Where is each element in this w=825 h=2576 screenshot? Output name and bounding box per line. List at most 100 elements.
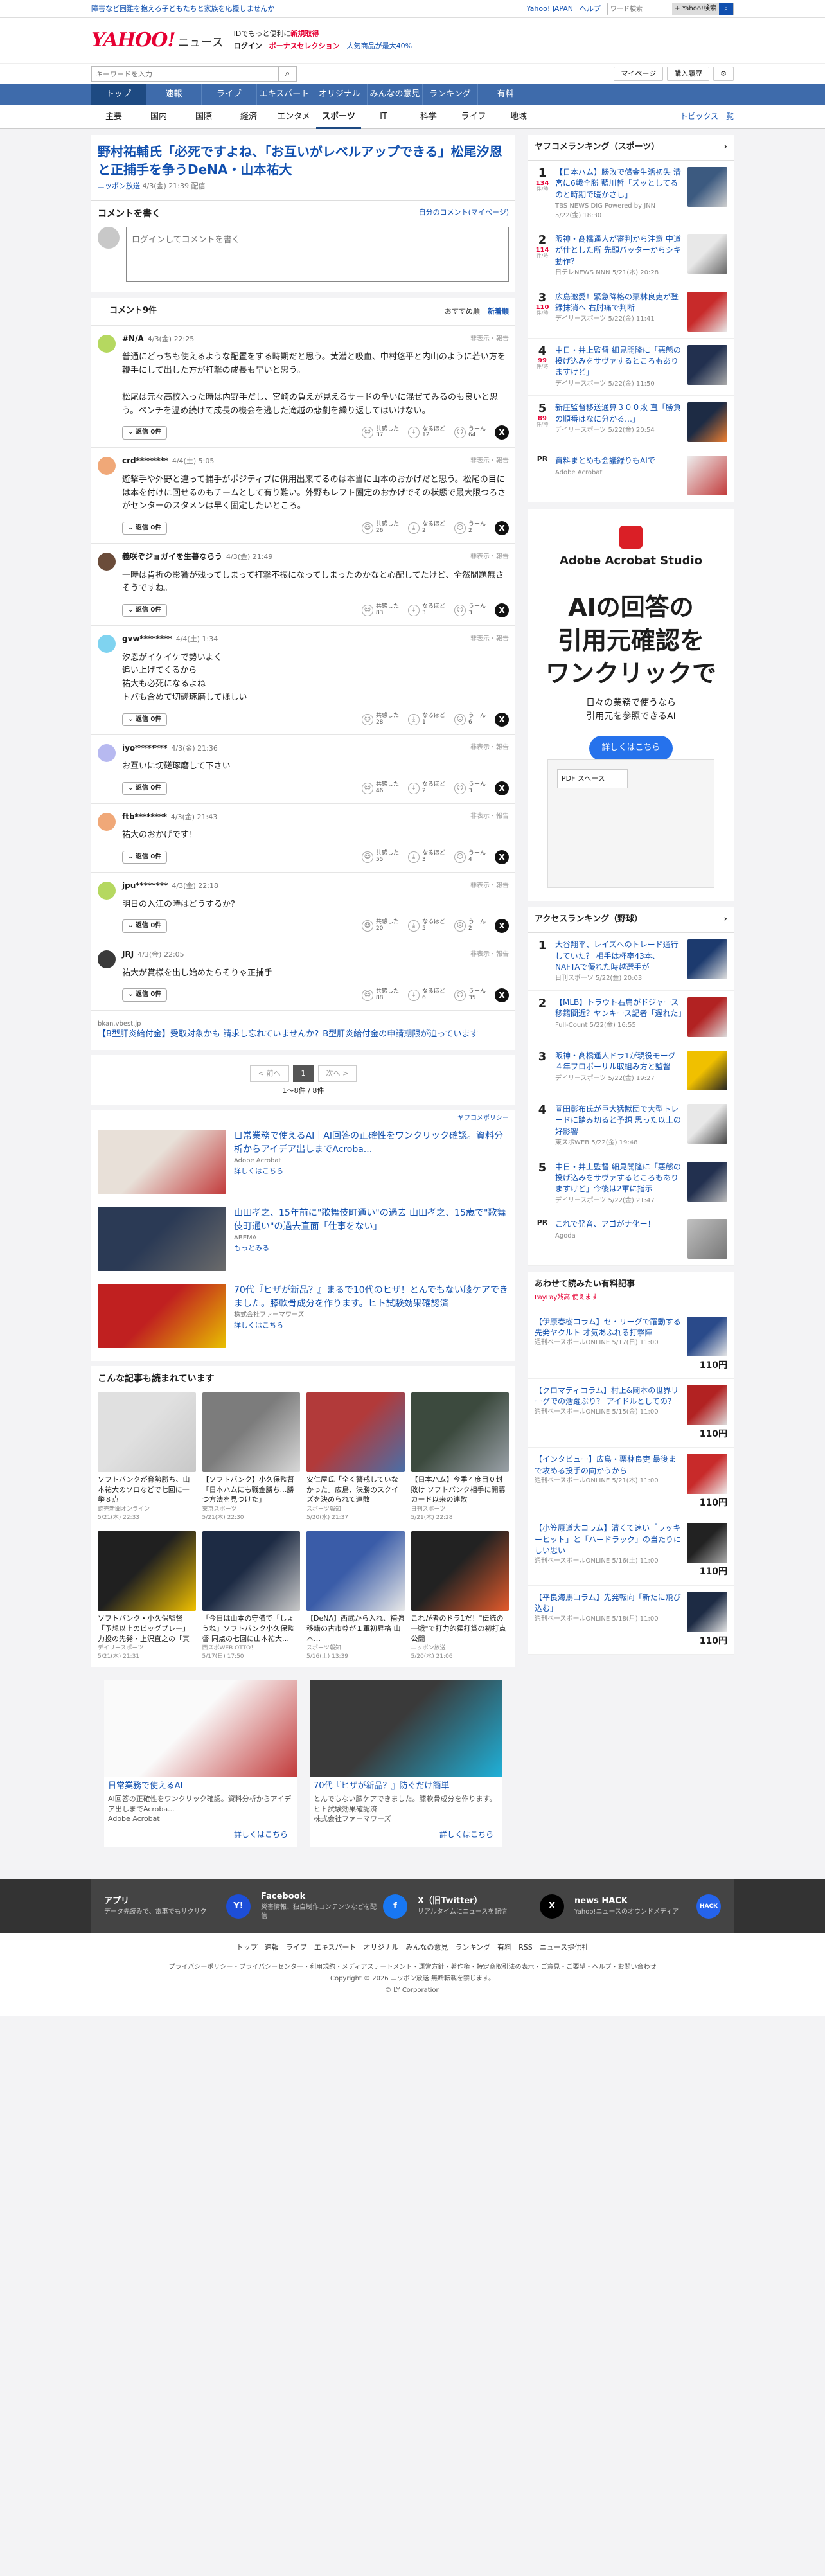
ad-more-link[interactable]: 詳しくはこちら (234, 1166, 509, 1177)
ranking-title[interactable]: 岡田彰布氏が巨大猛獣団で大型トレードに踏み切ると予想 思った以上の好影響 (555, 1105, 681, 1136)
comment-user[interactable]: 義咲ぞジョガイを生暮ならう (122, 551, 222, 562)
avatar[interactable] (98, 553, 116, 571)
social-icon[interactable]: HACK (696, 1894, 721, 1919)
keyword-input[interactable] (92, 67, 278, 81)
understand-reaction[interactable]: ⤓ なるほど 1 (407, 713, 445, 726)
ranking-item[interactable]: 3 阪神・髙橋遥人ドラ1が現役モーグ ４年プロポーサル取組み方と監督 デイリースポー… (528, 1044, 734, 1097)
understand-reaction[interactable]: ⤓ なるほど 6 (407, 988, 445, 1002)
ranking-item[interactable]: 2 114 件/時 阪神・髙橋遥人が審判から注意 中道が仕とした所 先頭バッターからシ… (528, 227, 734, 285)
report-link[interactable]: 非表示・報告 (470, 950, 509, 960)
nav-item[interactable]: エキスパート (257, 84, 312, 105)
report-link[interactable]: 非表示・報告 (470, 743, 509, 753)
paid-item[interactable]: 【インタビュー】広島・栗林良吏 最後まで攻める投手の向かうから 週刊ベースボールO… (528, 1448, 734, 1517)
social-icon[interactable]: Y! (226, 1894, 251, 1919)
report-link[interactable]: 非表示・報告 (470, 457, 509, 466)
report-link[interactable]: 非表示・報告 (470, 635, 509, 644)
hmm-reaction[interactable]: ☹ うーん 4 (454, 850, 486, 864)
agree-reaction[interactable]: ☺ 共感した 20 (361, 919, 399, 932)
ranking-title[interactable]: 広島邀愛！緊急降格の栗林良吏が登録抹消へ 右肘痛で判断 (555, 292, 679, 312)
ad-title[interactable]: 山田孝之、15年前に"歌舞伎町通い"の過去 山田孝之、15歳で"歌舞伎町通い"の… (234, 1207, 509, 1234)
avatar[interactable] (98, 335, 116, 353)
x-share-icon[interactable]: X (495, 712, 509, 727)
ad-card[interactable]: 日常業務で使えるAI AI回答の正確性をワンクリック確認。資料分析からアイデア出し… (104, 1680, 297, 1847)
paid-title[interactable]: 【小笠原道大コラム】清くて速い「ラッキーヒット」と「ハードラック」の当たりにしい… (535, 1523, 681, 1555)
reply-button[interactable]: ⌄ 返信 0件 (122, 713, 168, 727)
comment-user[interactable]: JRJ (122, 949, 134, 960)
rec-title[interactable]: 【ソフトバンク】小久保監督「日本ハムにも戦金勝ち…勝つ方法を見つけた」 (202, 1475, 301, 1506)
hmm-reaction[interactable]: ☹ うーん 3 (454, 781, 486, 795)
sort-recommended[interactable]: おすすめ順 (445, 306, 480, 317)
hmm-reaction[interactable]: ☹ うーん 35 (454, 988, 486, 1002)
subnav-item[interactable]: 国内 (136, 105, 181, 129)
understand-reaction[interactable]: ⤓ なるほど 3 (407, 850, 445, 864)
nav-item[interactable]: ライブ (202, 84, 257, 105)
comment-user[interactable]: #N/A (122, 333, 144, 344)
ad-item[interactable]: 日常業務で使えるAI｜AI回答の正確性をワンクリック確認。資料分析からアイデア出… (98, 1123, 509, 1200)
nav-item[interactable]: トップ (91, 84, 146, 105)
paid-title[interactable]: 【平良海馬コラム】先発転向「新たに飛び込む」 (535, 1593, 681, 1613)
agree-reaction[interactable]: ☺ 共感した 83 (361, 603, 399, 617)
ranking-title[interactable]: 中日・井上監督 細見開隆に「悪態の投げ込みをサヴァするところもありますけど」今後… (555, 1162, 681, 1194)
ad-title[interactable]: 【B型肝炎給付金】受取対象かも 請求し忘れていませんか？B型肝炎給付金の申請期限… (98, 1029, 509, 1041)
footer-links[interactable]: トップ 速報 ライブ エキスパート オリジナル みんなの意見 ランキング 有料 … (0, 1933, 825, 1962)
pr-item[interactable]: PR 資料まとめも会議録りもAIで Adobe Acrobat (528, 449, 734, 503)
rec-card[interactable]: 【日本ハム】今季４度目０封敗け ソフトバンク相手に開幕カード以来の連敗 日刊スポー… (411, 1392, 509, 1522)
ranking-title[interactable]: 【MLB】トラウト右肩がドジャース移籍間近？ヤンキース記者「遅れた」 (555, 998, 686, 1018)
understand-reaction[interactable]: ⤓ なるほど 12 (407, 426, 445, 440)
x-share-icon[interactable]: X (495, 919, 509, 934)
avatar[interactable] (98, 812, 116, 831)
chevron-right-icon[interactable]: › (724, 914, 727, 926)
own-comments-link[interactable]: 自分のコメント(マイページ) (419, 208, 509, 220)
rec-card[interactable]: 安仁屋氏「全く警戒していなかった」広島、決勝のスクイズを決められて連敗 スポーツ報… (306, 1392, 405, 1522)
ad-more-link[interactable]: もっとみる (234, 1243, 509, 1254)
avatar[interactable] (98, 950, 116, 969)
x-share-icon[interactable]: X (495, 988, 509, 1002)
report-link[interactable]: 非表示・報告 (470, 335, 509, 344)
ranking-title[interactable]: 阪神・髙橋遥人が審判から注意 中道が仕とした所 先頭バッターからシキ動作？ (555, 235, 681, 266)
footer-col[interactable]: アプリ データ先読みで、電車でもサクサク Y! (104, 1891, 251, 1922)
topics-list-link[interactable]: トピックス一覧 (680, 111, 734, 122)
policy-link[interactable]: ヤフコメポリシー (98, 1114, 509, 1124)
footer-col-title[interactable]: X（旧Twitter） (418, 1896, 483, 1906)
reply-button[interactable]: ⌄ 返信 0件 (122, 919, 168, 933)
ad-item[interactable]: 70代『ヒザが新品？』まるで10代のヒザ！とんでもない膝ケアできました。膝軟骨成… (98, 1277, 509, 1355)
hmm-reaction[interactable]: ☹ うーん 2 (454, 919, 486, 932)
signup-link[interactable]: 新規取得 (290, 30, 319, 38)
paid-item[interactable]: 【伊原春樹コラム】セ・リーグで躍動する先発ヤクルト 才気あふれる打撃陣 週刊ベース… (528, 1310, 734, 1379)
ranking-title[interactable]: 大谷翔平、レイズへのトレード通行していた？ 相手は杯率43本、NAFTAで優れた… (555, 940, 679, 972)
ranking-item[interactable]: 2 【MLB】トラウト右肩がドジャース移籍間近？ヤンキース記者「遅れた」 Full-… (528, 991, 734, 1044)
comments-checkbox[interactable] (98, 307, 105, 315)
sort-newest[interactable]: 新着順 (488, 306, 509, 317)
avatar[interactable] (98, 743, 116, 762)
next-button[interactable]: 次へ > (317, 1065, 357, 1082)
hmm-reaction[interactable]: ☹ うーん 2 (454, 521, 486, 535)
rec-card[interactable]: 【ソフトバンク】小久保監督「日本ハムにも戦金勝ち…勝つ方法を見つけた」 東京スポー… (202, 1392, 301, 1522)
avatar[interactable] (98, 457, 116, 475)
subnav-item[interactable]: 経済 (226, 105, 271, 129)
report-link[interactable]: 非表示・報告 (470, 812, 509, 822)
prev-button[interactable]: < 前へ (249, 1065, 289, 1082)
search-icon[interactable]: ⌕ (719, 3, 733, 15)
footer-col-title[interactable]: news HACK (574, 1896, 628, 1906)
x-share-icon[interactable]: X (495, 603, 509, 618)
ranking-item[interactable]: 4 岡田彰布氏が巨大猛獣団で大型トレードに踏み切ると予想 思った以上の好影響 東スポ… (528, 1097, 734, 1155)
avatar[interactable] (98, 635, 116, 653)
pr-item[interactable]: PR これで発音、アゴがナ化ー！ Agoda (528, 1212, 734, 1266)
page-1[interactable]: 1 (292, 1065, 314, 1082)
gear-icon[interactable]: ⚙ (713, 67, 734, 81)
search-icon[interactable]: ⌕ (278, 67, 296, 81)
rec-card[interactable]: 【DeNA】西武から入れ、補強移籍の古市尊が１軍初昇格 山本… スポーツ報知 5/1… (306, 1531, 405, 1661)
nav-item[interactable]: ランキング (423, 84, 478, 105)
nav-item[interactable]: みんなの意見 (368, 84, 423, 105)
paid-item[interactable]: 【クロマティコラム】村上&岡本の世界リーグでの活躍ぶり？ アイドルとしての？ 週刊… (528, 1379, 734, 1448)
subnav-item[interactable]: 主要 (91, 105, 136, 129)
promo-link[interactable]: 障害など困難を抱える子どもたちと家族を応援しませんか (91, 4, 274, 14)
footer-col-title[interactable]: アプリ (104, 1896, 129, 1906)
paid-item[interactable]: 【平良海馬コラム】先発転向「新たに飛び込む」 週刊ベースボールONLINE 5/1… (528, 1586, 734, 1655)
pr-title[interactable]: これで発音、アゴがナ化ー！ (555, 1220, 655, 1229)
nav-item[interactable]: 有料 (478, 84, 533, 105)
footer-col[interactable]: X（旧Twitter） リアルタイムにニュースを配信 X (418, 1891, 564, 1922)
pr-title[interactable]: 資料まとめも会議録りもAIで (555, 456, 655, 465)
report-link[interactable]: 非表示・報告 (470, 882, 509, 891)
nav-item[interactable]: 速報 (146, 84, 202, 105)
